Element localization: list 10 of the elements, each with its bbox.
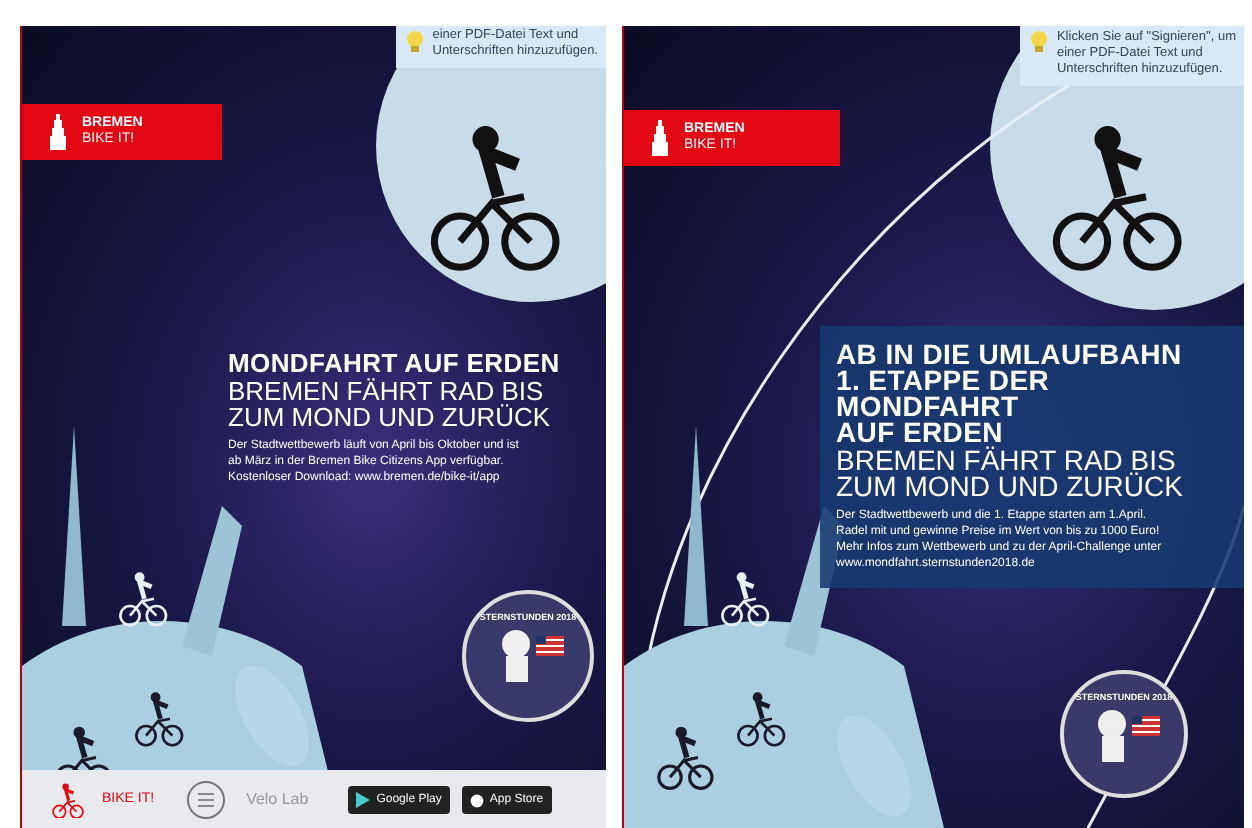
headline: MONDFAHRT AUF ERDEN (228, 350, 562, 376)
lightbulb-icon (1030, 30, 1049, 54)
headline: AB IN DIE UMLAUFBAHN 1. ETAPPE DER MONDFAHRT AUF ERDEN (836, 342, 1184, 446)
cyclist-icon (46, 781, 90, 817)
subheadline: BREMEN FÄHRT RAD BIS ZUM MOND UND ZURÜCK (836, 448, 1185, 500)
subheadline: BREMEN FÄHRT RAD BIS ZUM MOND UND ZURÜCK (228, 378, 553, 430)
play-icon (356, 791, 371, 807)
partner-logo: Velo Lab (246, 790, 309, 808)
round-logo-icon (186, 779, 227, 819)
lightbulb-icon (406, 30, 425, 54)
